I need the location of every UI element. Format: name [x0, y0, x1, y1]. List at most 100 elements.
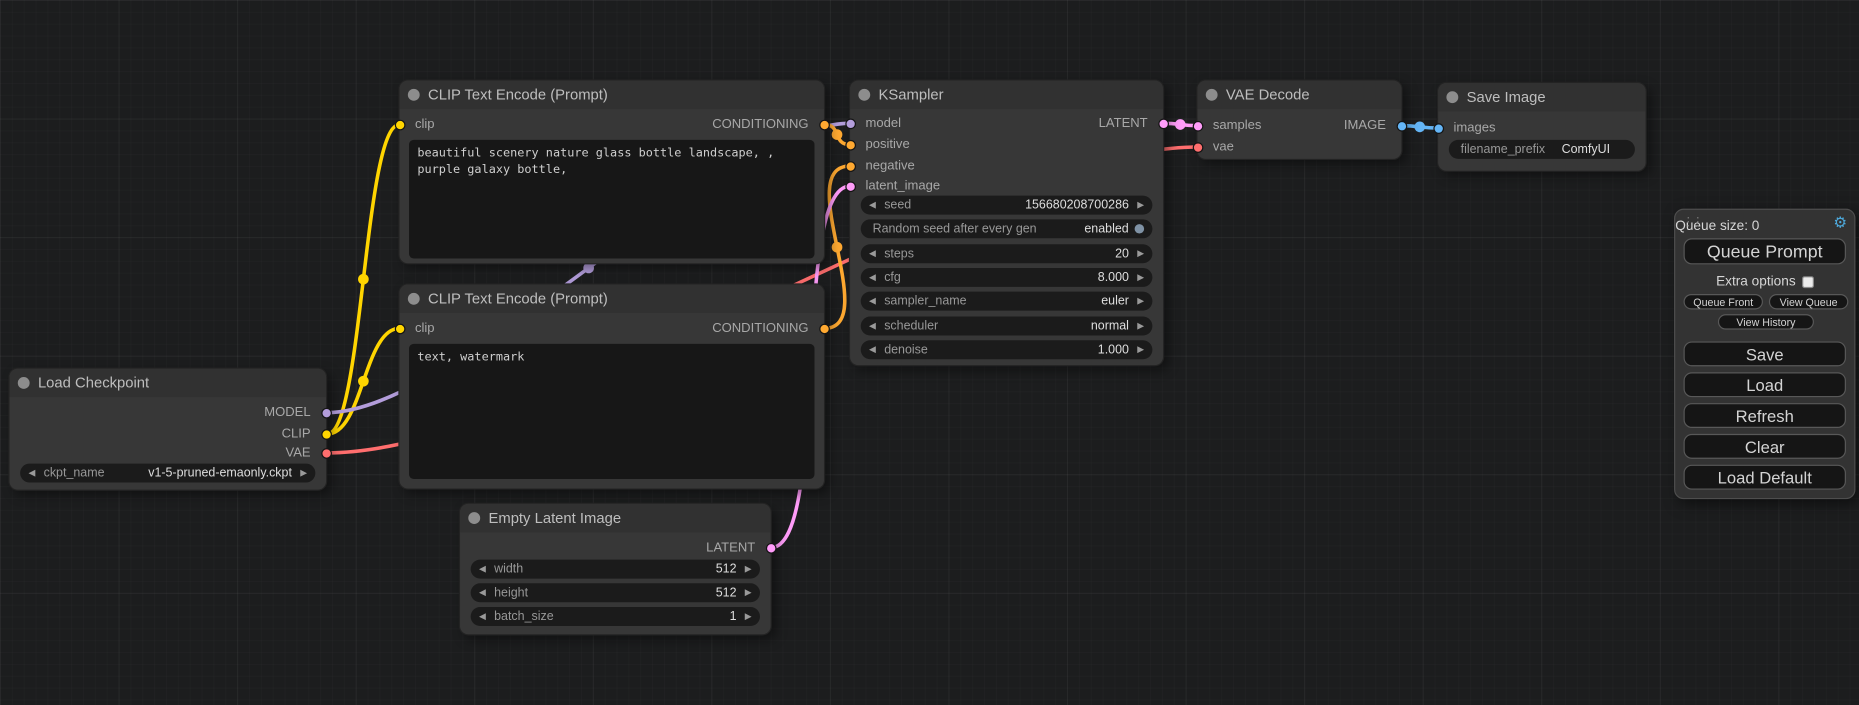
collapse-dot[interactable]	[408, 89, 420, 101]
node-title-bar[interactable]: Empty Latent Image	[460, 504, 771, 532]
clip-input-port[interactable]	[394, 119, 405, 130]
conditioning-output-port[interactable]	[819, 119, 830, 130]
random-seed-toggle-widget[interactable]: Random seed after every gen enabled	[861, 219, 1153, 238]
node-title-bar[interactable]: Save Image	[1438, 83, 1645, 111]
prev-value-icon[interactable]: ◀	[869, 297, 876, 306]
queue-menu-panel[interactable]: ⋮⋮ Queue size: 0 ⚙ Queue Prompt Extra op…	[1674, 209, 1855, 499]
increment-icon[interactable]: ▶	[745, 565, 752, 574]
sampler-name-widget[interactable]: ◀ sampler_name euler ▶	[861, 292, 1153, 311]
negative-prompt-text[interactable]: text, watermark	[409, 344, 814, 479]
positive-input-port[interactable]	[845, 139, 856, 150]
collapse-dot[interactable]	[408, 293, 420, 305]
next-value-icon[interactable]: ▶	[300, 469, 307, 478]
collapse-dot[interactable]	[18, 377, 30, 389]
filename-prefix-widget[interactable]: filename_prefix ComfyUI	[1449, 140, 1635, 159]
node-ksampler[interactable]: KSampler model positive negative latent_…	[850, 81, 1163, 366]
decrement-icon[interactable]: ◀	[869, 345, 876, 354]
widget-value: enabled	[1084, 222, 1128, 236]
conditioning-output-label: CONDITIONING	[712, 116, 808, 133]
vae-output-port[interactable]	[321, 448, 332, 459]
model-input-port[interactable]	[845, 118, 856, 129]
decrement-icon[interactable]: ◀	[479, 588, 486, 597]
extra-options-checkbox[interactable]	[1802, 276, 1814, 288]
decrement-icon[interactable]: ◀	[479, 565, 486, 574]
latent-output-port[interactable]	[765, 542, 776, 553]
widget-value: 8.000	[1098, 270, 1129, 284]
decrement-icon[interactable]: ◀	[869, 201, 876, 210]
decrement-icon[interactable]: ◀	[869, 249, 876, 258]
collapse-dot[interactable]	[468, 512, 480, 524]
decrement-icon[interactable]: ◀	[869, 273, 876, 282]
images-input-port[interactable]	[1433, 123, 1444, 134]
node-clip-text-encode-negative[interactable]: CLIP Text Encode (Prompt) clip CONDITION…	[400, 285, 824, 489]
vae-output-label: VAE	[285, 445, 310, 462]
height-widget[interactable]: ◀ height 512 ▶	[471, 583, 760, 602]
denoise-widget[interactable]: ◀ denoise 1.000 ▶	[861, 340, 1153, 359]
steps-widget[interactable]: ◀ steps 20 ▶	[861, 244, 1153, 263]
node-title-bar[interactable]: CLIP Text Encode (Prompt)	[400, 285, 824, 313]
node-graph-canvas[interactable]: Load Checkpoint MODEL CLIP VAE ◀ ckpt_na…	[0, 0, 1859, 705]
vae-input-port[interactable]	[1192, 142, 1203, 153]
queue-front-button[interactable]: Queue Front	[1684, 294, 1763, 309]
clear-button[interactable]: Clear	[1684, 434, 1846, 459]
node-title-bar[interactable]: CLIP Text Encode (Prompt)	[400, 81, 824, 109]
increment-icon[interactable]: ▶	[1137, 345, 1144, 354]
conditioning-output-port[interactable]	[819, 323, 830, 334]
collapse-dot[interactable]	[1206, 89, 1218, 101]
collapse-dot[interactable]	[1446, 91, 1458, 103]
negative-input-label: negative	[865, 158, 914, 175]
widget-label: width	[494, 562, 523, 576]
node-save-image[interactable]: Save Image images filename_prefix ComfyU…	[1438, 83, 1645, 171]
width-widget[interactable]: ◀ width 512 ▶	[471, 560, 760, 579]
toggle-dot[interactable]	[1135, 224, 1144, 233]
positive-prompt-text[interactable]: beautiful scenery nature glass bottle la…	[409, 140, 814, 259]
widget-value: euler	[1101, 294, 1129, 308]
conditioning-output-label: CONDITIONING	[712, 320, 808, 337]
wire-midpoint-dot	[358, 376, 369, 387]
node-load-checkpoint[interactable]: Load Checkpoint MODEL CLIP VAE ◀ ckpt_na…	[9, 369, 326, 490]
samples-input-port[interactable]	[1192, 120, 1203, 131]
node-clip-text-encode-positive[interactable]: CLIP Text Encode (Prompt) clip CONDITION…	[400, 81, 824, 264]
node-title-bar[interactable]: KSampler	[850, 81, 1163, 109]
drag-handle-icon[interactable]: ⋮⋮	[1682, 216, 1701, 229]
batch-size-widget[interactable]: ◀ batch_size 1 ▶	[471, 607, 760, 626]
increment-icon[interactable]: ▶	[1137, 273, 1144, 282]
collapse-dot[interactable]	[858, 89, 870, 101]
node-empty-latent-image[interactable]: Empty Latent Image LATENT ◀ width 512 ▶ …	[460, 504, 771, 634]
clip-input-port[interactable]	[394, 323, 405, 334]
node-title-bar[interactable]: VAE Decode	[1197, 81, 1401, 109]
cfg-widget[interactable]: ◀ cfg 8.000 ▶	[861, 268, 1153, 287]
increment-icon[interactable]: ▶	[745, 612, 752, 621]
increment-icon[interactable]: ▶	[745, 588, 752, 597]
seed-widget[interactable]: ◀ seed 156680208700286 ▶	[861, 196, 1153, 215]
next-value-icon[interactable]: ▶	[1137, 297, 1144, 306]
refresh-button[interactable]: Refresh	[1684, 403, 1846, 428]
prev-value-icon[interactable]: ◀	[28, 469, 35, 478]
settings-gear-icon[interactable]: ⚙	[1833, 213, 1847, 231]
scheduler-widget[interactable]: ◀ scheduler normal ▶	[861, 317, 1153, 336]
prev-value-icon[interactable]: ◀	[869, 322, 876, 331]
next-value-icon[interactable]: ▶	[1137, 322, 1144, 331]
latent-output-label: LATENT	[1099, 115, 1148, 132]
widget-label: sampler_name	[884, 294, 966, 308]
node-title-bar[interactable]: Load Checkpoint	[9, 369, 326, 397]
save-button[interactable]: Save	[1684, 341, 1846, 366]
negative-input-port[interactable]	[845, 161, 856, 172]
queue-prompt-button[interactable]: Queue Prompt	[1684, 238, 1846, 264]
model-output-port[interactable]	[321, 407, 332, 418]
load-default-button[interactable]: Load Default	[1684, 465, 1846, 490]
ckpt-name-widget[interactable]: ◀ ckpt_name v1-5-pruned-emaonly.ckpt ▶	[20, 464, 315, 483]
view-queue-button[interactable]: View Queue	[1769, 294, 1848, 309]
latent-output-port[interactable]	[1158, 118, 1169, 129]
image-output-port[interactable]	[1396, 120, 1407, 131]
view-history-button[interactable]: View History	[1718, 314, 1814, 329]
load-button[interactable]: Load	[1684, 372, 1846, 397]
increment-icon[interactable]: ▶	[1137, 249, 1144, 258]
clip-output-port[interactable]	[321, 429, 332, 440]
node-vae-decode[interactable]: VAE Decode samples IMAGE vae	[1197, 81, 1401, 159]
increment-icon[interactable]: ▶	[1137, 201, 1144, 210]
latent-image-input-port[interactable]	[845, 181, 856, 192]
decrement-icon[interactable]: ◀	[479, 612, 486, 621]
node-title: CLIP Text Encode (Prompt)	[428, 290, 608, 307]
model-input-label: model	[865, 115, 901, 132]
